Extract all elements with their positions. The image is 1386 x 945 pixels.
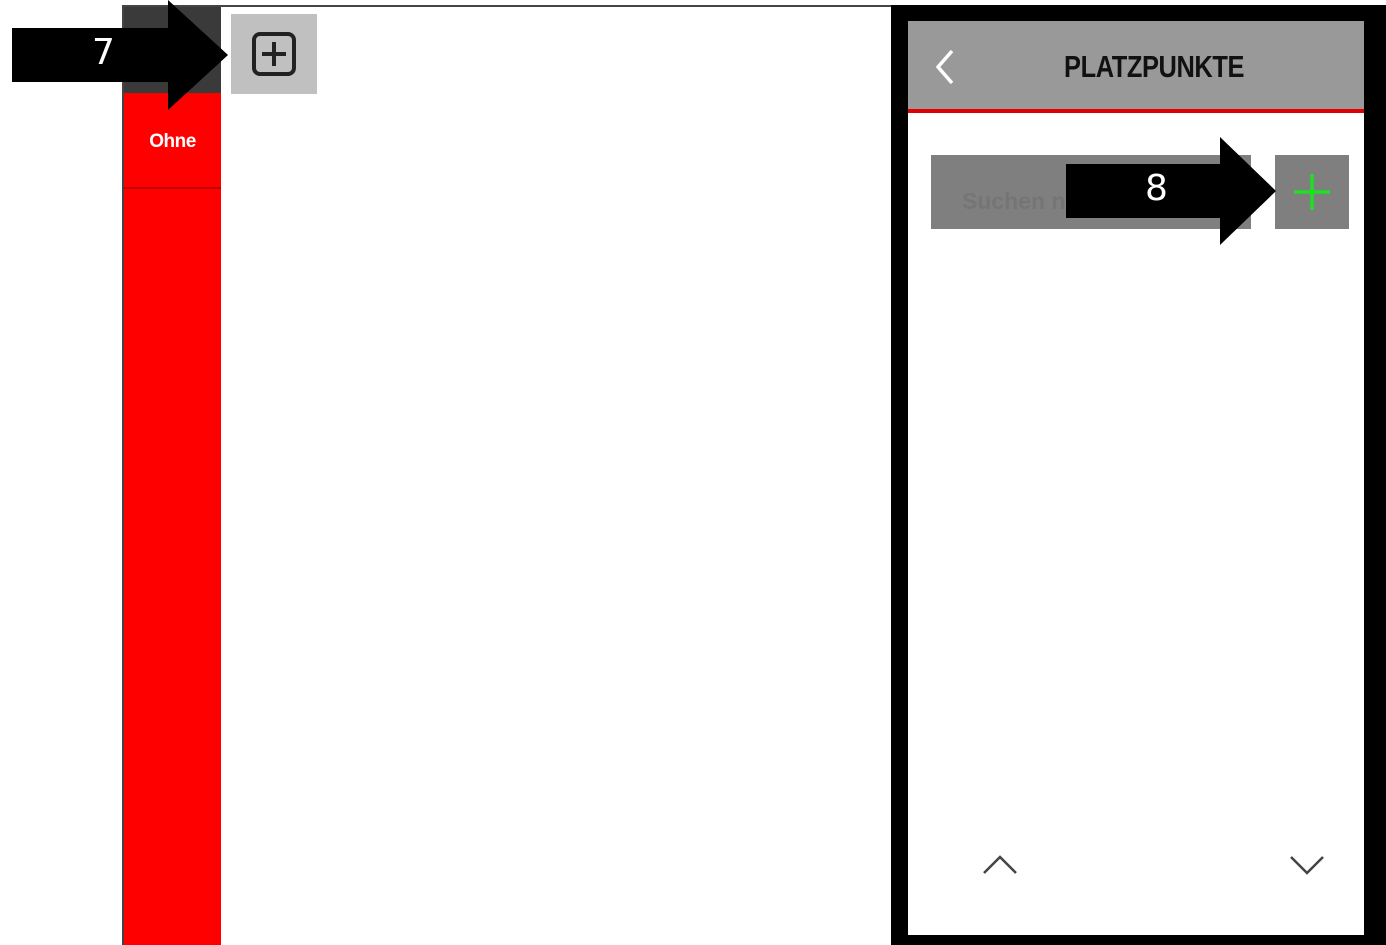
panel-header: PLATZPUNKTE: [908, 21, 1364, 113]
plus-icon: [1294, 174, 1330, 210]
sidebar-item-ohne[interactable]: Ohne: [124, 99, 221, 189]
sidebar-item-label: Ohne: [149, 131, 196, 152]
sidebar: Ohne: [124, 7, 221, 945]
annotation-label-7: 7: [92, 32, 115, 73]
annotation-arrow-8: [1066, 137, 1276, 245]
app-canvas: [122, 5, 892, 945]
scroll-up-button[interactable]: [982, 853, 1018, 882]
scroll-down-button[interactable]: [1289, 853, 1325, 882]
annotation-arrow-7: [12, 0, 228, 110]
annotation-label-8: 8: [1145, 168, 1168, 209]
add-point-button[interactable]: [1275, 155, 1349, 229]
chevron-down-icon: [1290, 856, 1324, 875]
page-title: PLATZPUNKTE: [1064, 49, 1245, 84]
add-button[interactable]: [231, 14, 317, 94]
plus-square-icon: [252, 32, 296, 76]
chevron-up-icon: [983, 855, 1017, 874]
